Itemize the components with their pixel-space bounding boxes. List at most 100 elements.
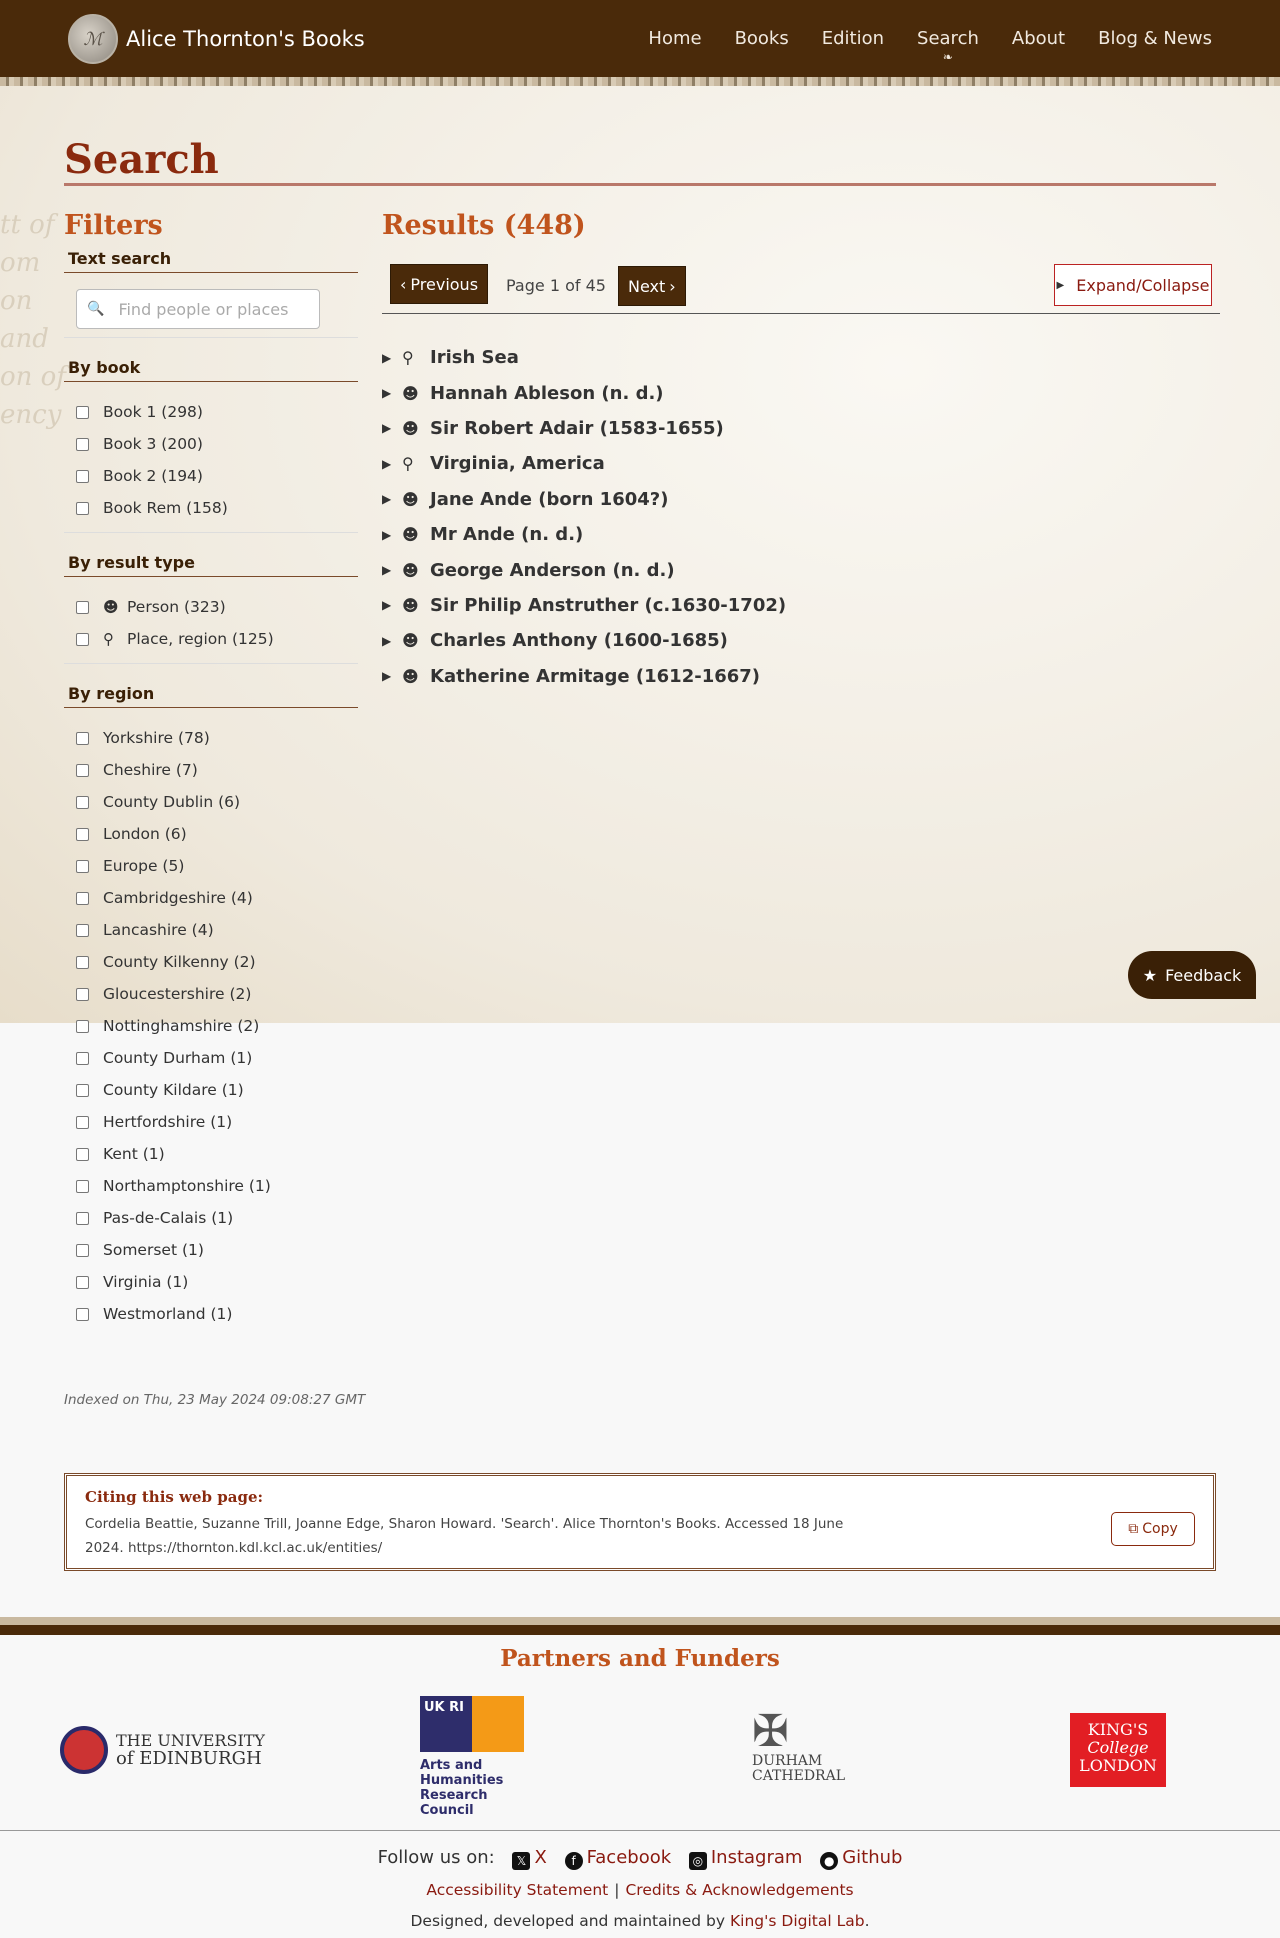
expand-collapse-button[interactable]: ▶ Expand/Collapse [1054,264,1212,306]
credits-link[interactable]: Credits & Acknowledgements [625,1881,853,1899]
book-option[interactable]: Book Rem (158) [64,492,358,524]
result-item[interactable]: ▶ ⚲ Irish Sea [382,340,1220,375]
checkbox[interactable] [76,600,89,614]
region-option[interactable]: Cheshire (7) [64,754,358,786]
region-option[interactable]: Virginia (1) [64,1266,358,1298]
result-item[interactable]: ▶ ☻ Mr Ande (n. d.) [382,517,1220,552]
brand[interactable]: ℳ Alice Thornton's Books [68,14,365,64]
checkbox[interactable] [76,1083,89,1097]
checkbox[interactable] [76,1019,89,1033]
accessibility-link[interactable]: Accessibility Statement [426,1881,608,1899]
facebook-link[interactable]: f Facebook [564,1847,671,1870]
region-option[interactable]: Westmorland (1) [64,1298,358,1330]
result-item[interactable]: ▶ ☻ Jane Ande (born 1604?) [382,482,1220,517]
result-label[interactable]: Sir Philip Anstruther (c.1630-1702) [430,595,786,616]
nav-books[interactable]: Books [735,28,789,49]
region-option[interactable]: Lancashire (4) [64,914,358,946]
result-label[interactable]: Hannah Ableson (n. d.) [430,383,664,404]
result-label[interactable]: Charles Anthony (1600-1685) [430,630,728,651]
ahrc-logo[interactable]: UK RI Arts and Humanities Research Counc… [420,1696,544,1818]
region-option[interactable]: Somerset (1) [64,1234,358,1266]
book-option[interactable]: Book 2 (194) [64,460,358,492]
kdl-link[interactable]: King's Digital Lab [730,1912,865,1930]
caret-right-icon[interactable]: ▶ [382,598,402,612]
region-option[interactable]: Northamptonshire (1) [64,1170,358,1202]
nav-edition[interactable]: Edition [822,28,884,49]
book-option[interactable]: Book 3 (200) [64,428,358,460]
result-item[interactable]: ▶ ☻ Charles Anthony (1600-1685) [382,623,1220,658]
region-option[interactable]: County Kilkenny (2) [64,946,358,978]
result-label[interactable]: Sir Robert Adair (1583-1655) [430,418,724,439]
region-option[interactable]: Pas-de-Calais (1) [64,1202,358,1234]
result-item[interactable]: ▶ ☻ Sir Philip Anstruther (c.1630-1702) [382,588,1220,623]
book-option[interactable]: Book 1 (298) [64,396,358,428]
edinburgh-logo[interactable]: THE UNIVERSITY of EDINBURGH [60,1726,265,1774]
checkbox[interactable] [76,632,89,646]
previous-button[interactable]: ‹ Previous [390,264,489,304]
region-option[interactable]: London (6) [64,818,358,850]
result-item[interactable]: ▶ ☻ Hannah Ableson (n. d.) [382,375,1220,410]
region-option[interactable]: Europe (5) [64,850,358,882]
checkbox[interactable] [76,827,89,841]
copy-button[interactable]: ⧉ Copy [1111,1512,1195,1546]
region-option[interactable]: County Durham (1) [64,1042,358,1074]
caret-right-icon[interactable]: ▶ [382,421,402,435]
checkbox[interactable] [76,923,89,937]
result-label[interactable]: George Anderson (n. d.) [430,560,675,581]
caret-right-icon[interactable]: ▶ [382,386,402,400]
region-option[interactable]: County Dublin (6) [64,786,358,818]
nav-blog-news[interactable]: Blog & News [1098,28,1212,49]
search-input[interactable]: 🔍 Find people or places [76,289,320,329]
checkbox[interactable] [76,1115,89,1129]
checkbox[interactable] [76,987,89,1001]
checkbox[interactable] [76,437,89,451]
result-type-option[interactable]: ⚲ Place, region (125) [64,623,358,655]
caret-right-icon[interactable]: ▶ [382,457,402,471]
checkbox[interactable] [76,501,89,515]
result-item[interactable]: ▶ ☻ Katherine Armitage (1612-1667) [382,659,1220,694]
feedback-button[interactable]: ★ Feedback [1128,951,1256,999]
nav-search[interactable]: Search [917,28,979,49]
checkbox[interactable] [76,1147,89,1161]
checkbox[interactable] [76,1243,89,1257]
nav-home[interactable]: Home [648,28,701,49]
checkbox[interactable] [76,1275,89,1289]
checkbox[interactable] [76,469,89,483]
caret-right-icon[interactable]: ▶ [382,492,402,506]
caret-right-icon[interactable]: ▶ [382,669,402,683]
checkbox[interactable] [76,955,89,969]
region-option[interactable]: County Kildare (1) [64,1074,358,1106]
caret-right-icon[interactable]: ▶ [382,351,402,365]
instagram-link[interactable]: ◎ Instagram [688,1847,802,1870]
checkbox[interactable] [76,763,89,777]
region-option[interactable]: Cambridgeshire (4) [64,882,358,914]
result-label[interactable]: Mr Ande (n. d.) [430,524,583,545]
github-link[interactable]: ● Github [820,1847,902,1870]
checkbox[interactable] [76,1179,89,1193]
caret-right-icon[interactable]: ▶ [382,563,402,577]
result-label[interactable]: Katherine Armitage (1612-1667) [430,666,760,687]
region-option[interactable]: Yorkshire (78) [64,722,358,754]
checkbox[interactable] [76,795,89,809]
result-item[interactable]: ▶ ⚲ Virginia, America [382,446,1220,481]
region-option[interactable]: Hertfordshire (1) [64,1106,358,1138]
next-button[interactable]: Next › [618,266,686,306]
x-link[interactable]: 𝕏X [512,1847,547,1870]
result-label[interactable]: Virginia, America [430,453,605,474]
checkbox[interactable] [76,891,89,905]
result-item[interactable]: ▶ ☻ Sir Robert Adair (1583-1655) [382,411,1220,446]
caret-right-icon[interactable]: ▶ [382,528,402,542]
result-label[interactable]: Jane Ande (born 1604?) [430,489,668,510]
checkbox[interactable] [76,1211,89,1225]
checkbox[interactable] [76,859,89,873]
kcl-logo[interactable]: KING'S College LONDON [1070,1713,1166,1787]
result-item[interactable]: ▶ ☻ George Anderson (n. d.) [382,552,1220,587]
result-type-option[interactable]: ☻ Person (323) [64,591,358,623]
checkbox[interactable] [76,1051,89,1065]
durham-logo[interactable]: ✠ DURHAM CATHEDRAL [752,1710,852,1784]
region-option[interactable]: Kent (1) [64,1138,358,1170]
checkbox[interactable] [76,405,89,419]
nav-about[interactable]: About [1012,28,1065,49]
checkbox[interactable] [76,731,89,745]
site-title[interactable]: Alice Thornton's Books [126,27,365,51]
